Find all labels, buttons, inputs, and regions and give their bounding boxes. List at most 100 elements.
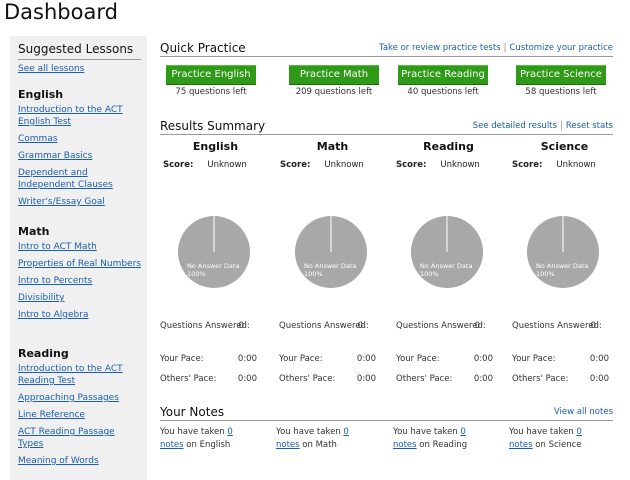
- section-title: Quick Practice: [160, 41, 246, 55]
- results-science: Science Score: Unknown No Answer Data 100…: [512, 140, 617, 288]
- results-reading: Reading Score: Unknown No Answer Data 100…: [396, 140, 501, 288]
- subject-title: Reading: [423, 140, 474, 153]
- practice-english-group: Practice English 75 questions left: [166, 62, 256, 97]
- your-notes-header: Your Notes View all notes: [160, 400, 613, 421]
- practice-english-button[interactable]: Practice English: [166, 64, 256, 85]
- lesson-link[interactable]: Writer's/Essay Goal: [18, 196, 142, 208]
- lesson-link[interactable]: Intro to Percents: [18, 275, 142, 287]
- notes-subject: on Reading: [419, 440, 468, 450]
- notes-reading: You have taken 0 notes on Reading: [393, 426, 503, 452]
- notes-count-link[interactable]: 0: [343, 427, 348, 437]
- notes-count-link[interactable]: 0: [227, 427, 232, 437]
- questions-left-text: 75 questions left: [175, 86, 247, 97]
- pie-chart: No Answer Data 100%: [527, 216, 599, 288]
- score-value: Unknown: [440, 160, 480, 170]
- detailed-results-link[interactable]: See detailed results: [473, 121, 557, 131]
- stat-label: Others' Pace:: [279, 374, 336, 384]
- pie-percent: 100%: [536, 270, 555, 278]
- notes-link[interactable]: notes: [509, 440, 533, 450]
- others-pace-reading: Others' Pace: 0:00: [396, 373, 501, 385]
- notes-link[interactable]: notes: [160, 440, 184, 450]
- stat-value: 0: [590, 321, 596, 331]
- score-row: Score: Unknown: [396, 160, 501, 170]
- sidebar-divider: [18, 59, 141, 60]
- notes-count-link[interactable]: 0: [576, 427, 581, 437]
- lesson-link[interactable]: Introduction to the ACT English Test: [18, 104, 142, 128]
- stat-value: 0:00: [356, 354, 376, 364]
- notes-prefix: You have taken: [160, 427, 225, 437]
- lesson-link[interactable]: Commas: [18, 133, 142, 145]
- practice-science-button[interactable]: Practice Science: [516, 64, 606, 85]
- score-label: Score:: [163, 160, 194, 170]
- notes-prefix: You have taken: [393, 427, 458, 437]
- notes-subject: on English: [186, 440, 231, 450]
- notes-link[interactable]: notes: [393, 440, 417, 450]
- score-value: Unknown: [207, 160, 247, 170]
- score-label: Score:: [280, 160, 311, 170]
- lesson-link[interactable]: Divisibility: [18, 292, 142, 304]
- lesson-link[interactable]: Properties of Real Numbers: [18, 258, 142, 270]
- view-all-notes-link[interactable]: View all notes: [554, 407, 613, 417]
- stat-value: 0:00: [589, 354, 609, 364]
- lesson-link[interactable]: Approaching Passages: [18, 392, 142, 404]
- lesson-link[interactable]: Introduction to the ACT Reading Test: [18, 363, 142, 387]
- pie-percent: 100%: [187, 270, 206, 278]
- lesson-link[interactable]: Meaning of Words: [18, 455, 142, 467]
- sidebar-section-title: Math: [18, 225, 50, 238]
- lesson-link[interactable]: ACT Reading Passage Types: [18, 426, 142, 450]
- others-pace-math: Others' Pace: 0:00: [279, 373, 384, 385]
- practice-math-button[interactable]: Practice Math: [289, 64, 379, 85]
- your-pace-science: Your Pace: 0:00: [512, 353, 617, 365]
- pie-chart: No Answer Data 100%: [411, 216, 483, 288]
- lesson-link[interactable]: Intro to Algebra: [18, 309, 142, 321]
- practice-reading-button[interactable]: Practice Reading: [398, 64, 488, 85]
- questions-left-text: 209 questions left: [295, 86, 373, 97]
- questions-left-text: 58 questions left: [525, 86, 597, 97]
- lesson-link[interactable]: Line Reference: [18, 409, 142, 421]
- quick-practice-header: Quick Practice Take or review practice t…: [160, 36, 613, 57]
- stat-label: Your Pace:: [396, 354, 440, 364]
- lesson-link[interactable]: Dependent and Independent Clauses: [18, 167, 142, 191]
- sidebar-heading: Suggested Lessons: [18, 42, 134, 56]
- lesson-link[interactable]: Grammar Basics: [18, 150, 142, 162]
- results-summary-header: Results Summary See detailed results | Res…: [160, 114, 613, 135]
- section-title: Your Notes: [160, 405, 225, 419]
- customize-practice-link[interactable]: Customize your practice: [509, 43, 613, 53]
- notes-subject: on Science: [535, 440, 582, 450]
- sidebar-section-english: English Introduction to the ACT English …: [18, 88, 142, 213]
- notes-count-link[interactable]: 0: [460, 427, 465, 437]
- pie-chart: No Answer Data 100%: [295, 216, 367, 288]
- stat-label: Your Pace:: [160, 354, 204, 364]
- score-label: Score:: [512, 160, 543, 170]
- score-value: Unknown: [324, 160, 364, 170]
- reset-stats-link[interactable]: Reset stats: [566, 121, 613, 131]
- practice-math-group: Practice Math 209 questions left: [289, 62, 379, 97]
- subject-title: Math: [316, 140, 349, 153]
- subject-title: English: [192, 140, 239, 153]
- see-all-lessons-link[interactable]: See all lessons: [18, 64, 84, 74]
- practice-reading-group: Practice Reading 40 questions left: [398, 62, 488, 97]
- sidebar-suggested-lessons: Suggested Lessons See all lessons Englis…: [10, 36, 147, 480]
- stat-label: Questions Answered:: [279, 321, 369, 331]
- score-row: Score: Unknown: [163, 160, 268, 170]
- link-separator: |: [503, 43, 507, 53]
- your-pace-english: Your Pace: 0:00: [160, 353, 265, 365]
- questions-answered-reading: Questions Answered: 0: [396, 320, 488, 332]
- notes-science: You have taken 0 notes on Science: [509, 426, 619, 452]
- stat-label: Others' Pace:: [396, 374, 453, 384]
- pie-label: No Answer Data: [536, 262, 588, 270]
- stat-label: Questions Answered:: [396, 321, 486, 331]
- practice-tests-link[interactable]: Take or review practice tests: [379, 43, 501, 53]
- notes-link[interactable]: notes: [276, 440, 300, 450]
- questions-left-text: 40 questions left: [407, 86, 479, 97]
- sidebar-section-title: Reading: [18, 347, 69, 360]
- stat-value: 0: [474, 321, 480, 331]
- notes-math: You have taken 0 notes on Math: [276, 426, 386, 452]
- pie-label: No Answer Data: [187, 262, 239, 270]
- notes-subject: on Math: [302, 440, 337, 450]
- stat-label: Your Pace:: [512, 354, 556, 364]
- notes-prefix: You have taken: [276, 427, 341, 437]
- stat-value: 0:00: [237, 354, 257, 364]
- lesson-link[interactable]: Intro to ACT Math: [18, 241, 142, 253]
- your-pace-math: Your Pace: 0:00: [279, 353, 384, 365]
